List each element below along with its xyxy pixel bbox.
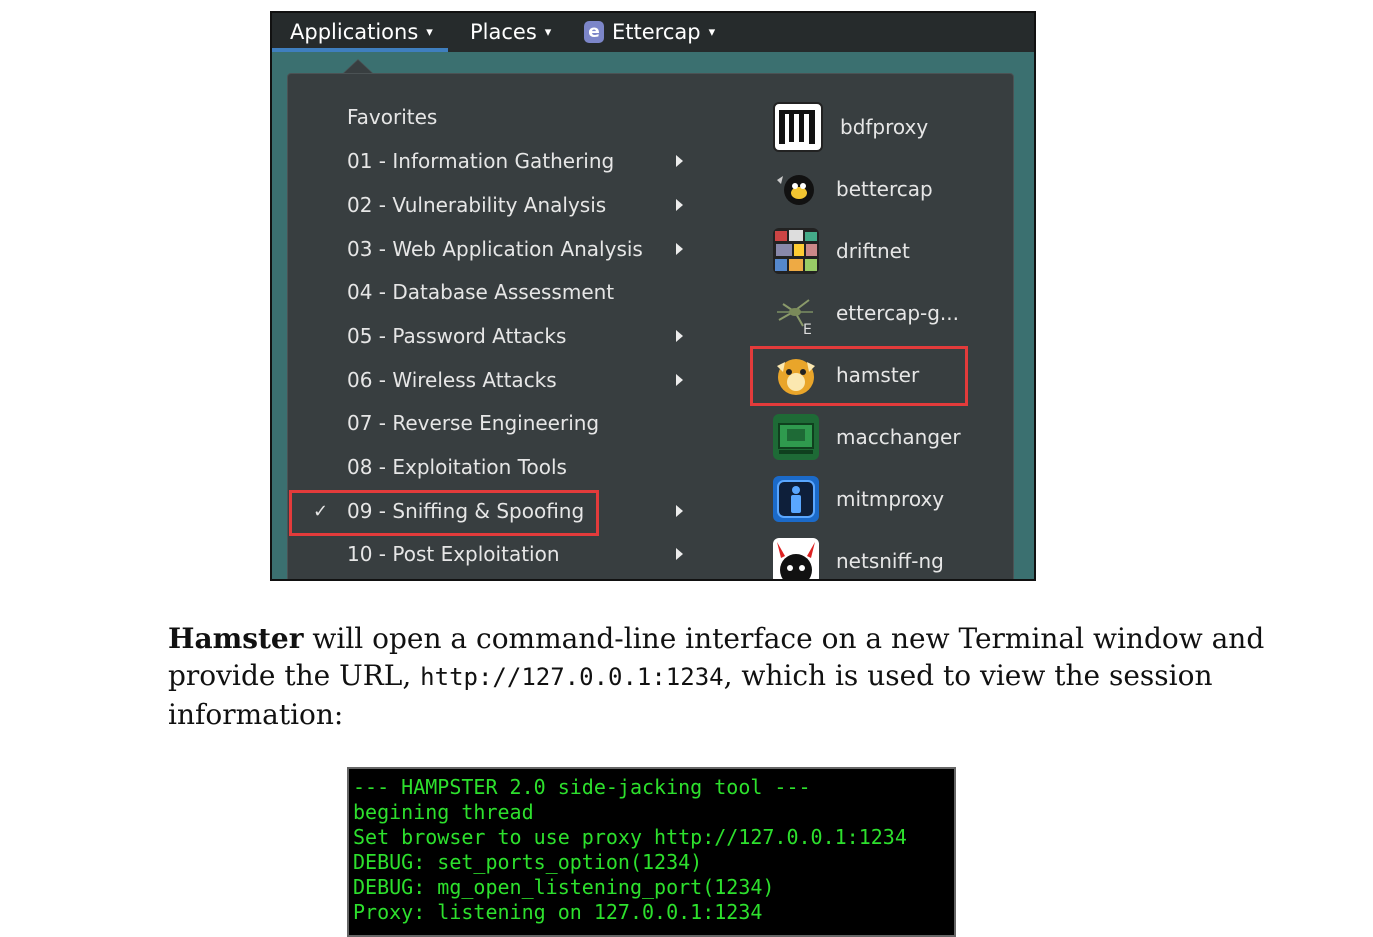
tool-bettercap[interactable]: bettercap (773, 164, 933, 214)
sniffing-highlight-box (289, 490, 599, 536)
category-post-exploitation[interactable]: 10 - Post Exploitation (347, 536, 560, 572)
terminal-line: begining thread (353, 800, 534, 824)
category-password-attacks[interactable]: 05 - Password Attacks (347, 318, 566, 354)
chevron-right-icon (676, 330, 683, 342)
category-favorites[interactable]: Favorites (347, 99, 437, 135)
chevron-down-icon: ▾ (544, 24, 552, 40)
tool-label: mitmproxy (836, 487, 945, 511)
tool-label: bdfproxy (840, 115, 929, 139)
category-web-application-analysis[interactable]: 03 - Web Application Analysis (347, 231, 643, 267)
chevron-right-icon (676, 505, 683, 517)
terminal-output: --- HAMPSTER 2.0 side-jacking tool --- b… (347, 767, 956, 937)
top-panel: Applications ▾ Places ▾ e Ettercap ▾ (272, 13, 1034, 52)
hamster-highlight-box (750, 346, 968, 406)
svg-text:E: E (803, 322, 812, 336)
active-menu-indicator (272, 48, 448, 52)
driftnet-icon (773, 228, 819, 274)
macchanger-icon (773, 414, 819, 460)
bdfproxy-icon (773, 102, 823, 152)
terminal-line: Set browser to use proxy http://127.0.0.… (353, 825, 907, 849)
terminal-line: DEBUG: set_ports_option(1234) (353, 850, 703, 874)
terminal-line: Proxy: listening on 127.0.0.1:1234 (353, 900, 763, 924)
applications-label: Applications (290, 20, 419, 44)
tool-label: macchanger (836, 425, 961, 449)
kali-menu-screenshot: Applications ▾ Places ▾ e Ettercap ▾ Fav… (270, 11, 1036, 581)
ettercap-graphical-icon: E (773, 290, 819, 336)
places-menu-button[interactable]: Places ▾ (470, 20, 551, 44)
tool-ettercap-graphical[interactable]: E ettercap-g... (773, 288, 959, 338)
bettercap-icon (773, 166, 819, 212)
terminal-line: --- HAMPSTER 2.0 side-jacking tool --- (353, 775, 811, 799)
chevron-down-icon: ▾ (426, 24, 433, 40)
tool-macchanger[interactable]: macchanger (773, 412, 961, 462)
mitmproxy-icon (773, 476, 819, 522)
category-database-assessment[interactable]: 04 - Database Assessment (347, 274, 614, 310)
menu-pointer (342, 59, 374, 74)
tool-driftnet[interactable]: driftnet (773, 226, 910, 276)
chevron-right-icon (676, 199, 683, 211)
category-information-gathering[interactable]: 01 - Information Gathering (347, 143, 614, 179)
ettercap-app-menu-button[interactable]: e Ettercap ▾ (584, 20, 715, 44)
applications-menu-panel: Favorites 01 - Information Gathering 02 … (287, 73, 1014, 579)
tool-netsniff-ng[interactable]: netsniff-ng (773, 536, 944, 579)
applications-menu-button[interactable]: Applications ▾ (290, 20, 433, 44)
category-exploitation-tools[interactable]: 08 - Exploitation Tools (347, 449, 567, 485)
terminal-line: DEBUG: mg_open_listening_port(1234) (353, 875, 775, 899)
chevron-down-icon: ▾ (708, 24, 716, 40)
tool-label: bettercap (836, 177, 933, 201)
category-reverse-engineering[interactable]: 07 - Reverse Engineering (347, 405, 599, 441)
tool-label: ettercap-g... (836, 301, 960, 325)
places-label: Places (470, 20, 537, 44)
tool-bdfproxy[interactable]: bdfproxy (773, 102, 928, 152)
category-wireless-attacks[interactable]: 06 - Wireless Attacks (347, 362, 557, 398)
tool-label: netsniff-ng (836, 549, 944, 573)
chevron-right-icon (676, 548, 683, 560)
category-vulnerability-analysis[interactable]: 02 - Vulnerability Analysis (347, 187, 606, 223)
tool-mitmproxy[interactable]: mitmproxy (773, 474, 944, 524)
netsniff-ng-icon (773, 538, 819, 579)
tool-label: driftnet (836, 239, 910, 263)
chevron-right-icon (676, 374, 683, 386)
chevron-right-icon (676, 155, 683, 167)
paragraph-url: http://127.0.0.1:1234 (420, 663, 724, 691)
ettercap-icon: e (584, 21, 604, 43)
chevron-right-icon (676, 243, 683, 255)
paragraph-bold-term: Hamster (168, 622, 304, 655)
ettercap-label: Ettercap (612, 20, 701, 44)
body-paragraph: Hamster will open a command-line interfa… (168, 620, 1268, 733)
